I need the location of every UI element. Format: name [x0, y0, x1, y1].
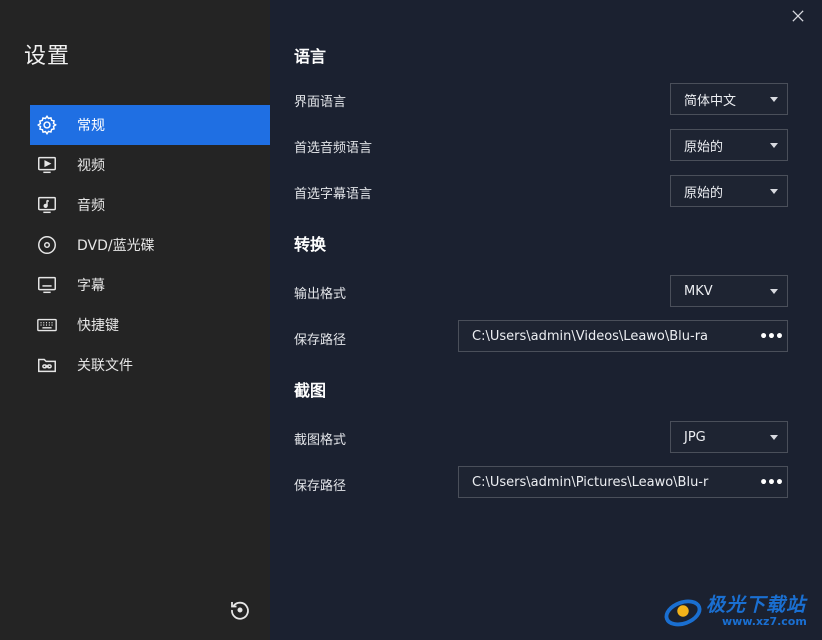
screenshot-save-path-label: 保存路径 [294, 479, 347, 494]
sidebar: 设置 常规 视频 音频 DVD/蓝光碟 字幕 快捷键 关联文件 [0, 0, 270, 640]
settings-title: 设置 [24, 44, 71, 69]
screenshot-format-value: JPG [684, 429, 706, 445]
nav-label-file-association: 关联文件 [77, 358, 133, 374]
convert-save-path-value: C:\Users\admin\Videos\Leawo\Blu-ra [472, 328, 709, 344]
folder-link-icon [36, 354, 58, 376]
watermark-url: www.xz7.com [722, 615, 807, 628]
audio-language-value: 原始的 [684, 139, 724, 155]
chevron-down-icon [770, 289, 778, 294]
watermark-logo-icon [664, 599, 702, 627]
chevron-down-icon [770, 97, 778, 102]
output-format-value: MKV [684, 283, 713, 299]
screenshot-save-path-field[interactable]: C:\Users\admin\Pictures\Leawo\Blu-r ••• [458, 466, 788, 498]
chevron-down-icon [770, 189, 778, 194]
chevron-down-icon [770, 435, 778, 440]
reset-icon [231, 601, 249, 620]
section-title-screenshot: 截图 [294, 381, 327, 400]
nav-label-audio: 音频 [77, 198, 105, 214]
output-format-label: 输出格式 [294, 287, 347, 302]
audio-language-select[interactable]: 原始的 [670, 129, 788, 161]
settings-content: 语言 界面语言 简体中文 首选音频语言 原始的 首选字幕语言 原始的 转换 输出… [270, 0, 822, 640]
nav-item-audio[interactable]: 音频 [30, 185, 270, 225]
video-icon [36, 154, 58, 176]
ui-language-select[interactable]: 简体中文 [670, 83, 788, 115]
section-title-convert: 转换 [294, 235, 327, 254]
watermark-text: 极光下载站 [706, 594, 807, 616]
nav-item-general[interactable]: 常规 [30, 105, 270, 145]
convert-save-path-label: 保存路径 [294, 333, 347, 348]
nav-item-shortcuts[interactable]: 快捷键 [30, 305, 270, 345]
nav-label-subtitle: 字幕 [77, 278, 105, 294]
nav-label-general: 常规 [77, 118, 105, 134]
keyboard-icon [36, 314, 58, 336]
nav-label-shortcuts: 快捷键 [77, 318, 119, 334]
screenshot-format-select[interactable]: JPG [670, 421, 788, 453]
nav-label-video: 视频 [77, 158, 105, 174]
subtitle-language-value: 原始的 [684, 185, 724, 201]
output-format-select[interactable]: MKV [670, 275, 788, 307]
convert-save-path-field[interactable]: C:\Users\admin\Videos\Leawo\Blu-ra ••• [458, 320, 788, 352]
screenshot-format-label: 截图格式 [294, 433, 347, 448]
gear-icon [36, 114, 58, 136]
settings-nav: 常规 视频 音频 DVD/蓝光碟 字幕 快捷键 关联文件 [30, 105, 270, 385]
nav-item-subtitle[interactable]: 字幕 [30, 265, 270, 305]
browse-button[interactable]: ••• [759, 473, 784, 493]
browse-button[interactable]: ••• [759, 327, 784, 347]
subtitle-language-select[interactable]: 原始的 [670, 175, 788, 207]
ui-language-label: 界面语言 [294, 95, 347, 110]
ui-language-value: 简体中文 [684, 93, 737, 109]
nav-item-file-association[interactable]: 关联文件 [30, 345, 270, 385]
nav-label-dvd: DVD/蓝光碟 [77, 238, 155, 254]
subtitle-language-label: 首选字幕语言 [294, 187, 373, 202]
section-title-language: 语言 [294, 47, 327, 66]
chevron-down-icon [770, 143, 778, 148]
reset-button[interactable] [228, 598, 252, 622]
nav-item-dvd[interactable]: DVD/蓝光碟 [30, 225, 270, 265]
watermark: 极光下载站 www.xz7.com [660, 588, 820, 636]
audio-icon [36, 194, 58, 216]
audio-language-label: 首选音频语言 [294, 141, 373, 156]
disc-icon [36, 234, 58, 256]
nav-item-video[interactable]: 视频 [30, 145, 270, 185]
subtitle-icon [36, 274, 58, 296]
screenshot-save-path-value: C:\Users\admin\Pictures\Leawo\Blu-r [472, 474, 709, 490]
